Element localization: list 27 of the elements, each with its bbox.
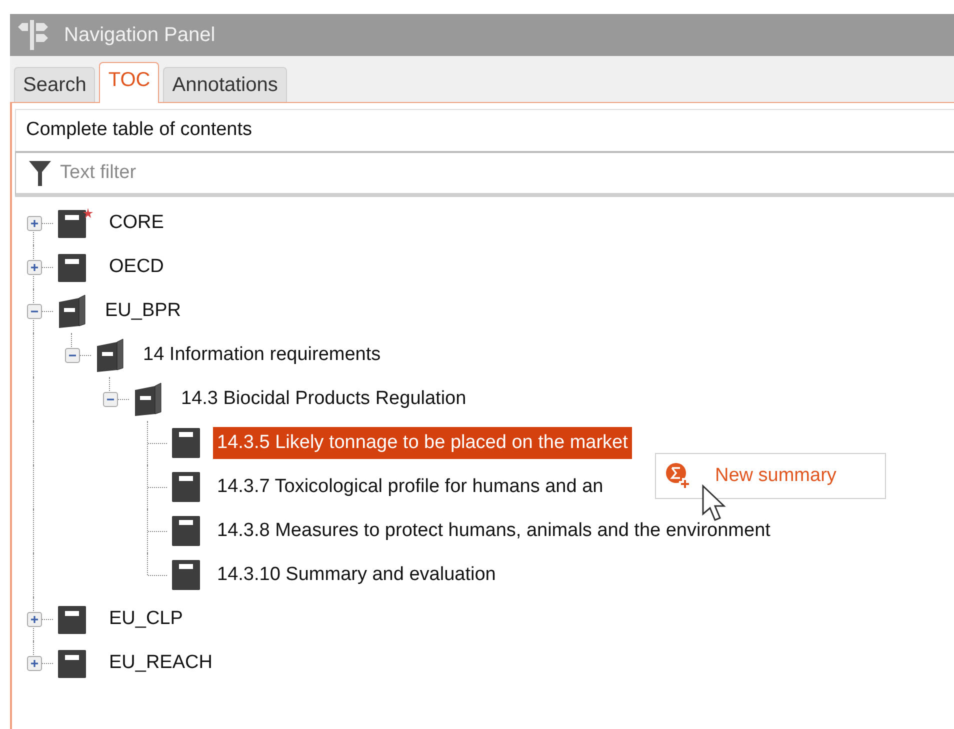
panel-header: Complete table of contents <box>26 118 252 142</box>
collapse-toggle[interactable] <box>64 348 80 362</box>
filter-icon <box>28 159 52 187</box>
tree-item[interactable]: 14.3.7 Toxicological profile for humans and an <box>213 471 608 503</box>
tree-item[interactable]: 14.3.10 Summary and evaluation <box>213 559 500 591</box>
tree-item[interactable]: EU_BPR <box>101 295 186 327</box>
collapse-toggle[interactable] <box>26 304 42 318</box>
tree-item[interactable]: 14.3 Biocidal Products Regulation <box>177 383 470 415</box>
tab[interactable]: Annotations <box>163 67 287 102</box>
expand-toggle[interactable] <box>26 216 42 230</box>
expand-toggle[interactable] <box>26 260 42 274</box>
tab[interactable]: Search <box>14 67 96 102</box>
tree-item[interactable]: EU_CLP <box>105 603 187 635</box>
tree-item[interactable]: CORE <box>105 207 168 239</box>
expand-toggle[interactable] <box>26 612 42 626</box>
tree-item[interactable]: 14.3.5 Likely tonnage to be placed on the market <box>213 427 632 459</box>
window-title: Navigation Panel <box>64 23 216 48</box>
filter-field[interactable]: Text filter <box>15 151 954 197</box>
tree-item[interactable]: EU_REACH <box>105 647 216 679</box>
tree-item[interactable]: 14 Information requirements <box>139 339 385 371</box>
tab[interactable]: TOC <box>99 62 160 103</box>
filter-input[interactable]: Text filter <box>60 155 954 191</box>
collapse-toggle[interactable] <box>102 392 118 406</box>
menu-item[interactable]: New summary <box>665 462 836 490</box>
tree-item[interactable]: 14.3.8 Measures to protect humans, animals and the environment <box>213 515 774 547</box>
tree-item[interactable]: OECD <box>105 251 168 283</box>
expand-toggle[interactable] <box>26 656 42 670</box>
